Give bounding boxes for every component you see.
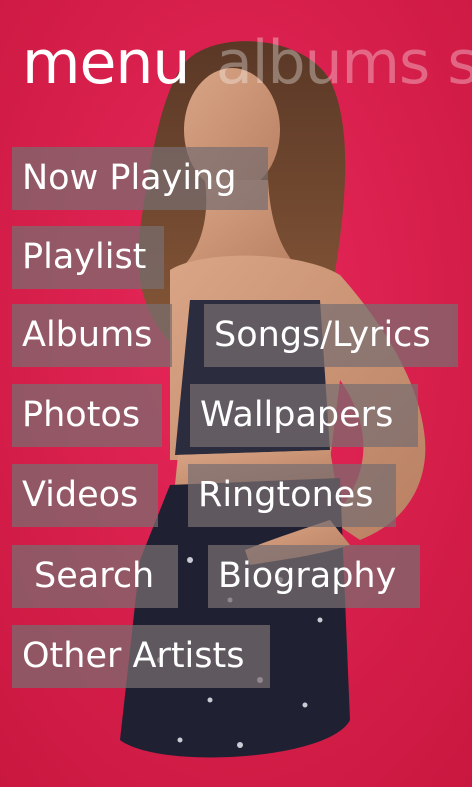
albums-button[interactable]: Albums (12, 304, 172, 367)
songs-lyrics-button[interactable]: Songs/Lyrics (204, 304, 458, 367)
search-button[interactable]: Search (12, 545, 178, 608)
pivot-tab-albums[interactable]: albums s (216, 28, 472, 98)
playlist-button[interactable]: Playlist (12, 226, 164, 289)
pivot-header: menu albums s (0, 28, 472, 108)
videos-button[interactable]: Videos (12, 464, 158, 527)
biography-button[interactable]: Biography (208, 545, 420, 608)
pivot-tab-menu[interactable]: menu (22, 28, 190, 98)
now-playing-button[interactable]: Now Playing (12, 147, 268, 210)
app-screen: menu albums s Now Playing Playlist Album… (0, 0, 472, 787)
ringtones-button[interactable]: Ringtones (188, 464, 396, 527)
other-artists-button[interactable]: Other Artists (12, 625, 270, 688)
wallpapers-button[interactable]: Wallpapers (190, 384, 418, 447)
photos-button[interactable]: Photos (12, 384, 162, 447)
